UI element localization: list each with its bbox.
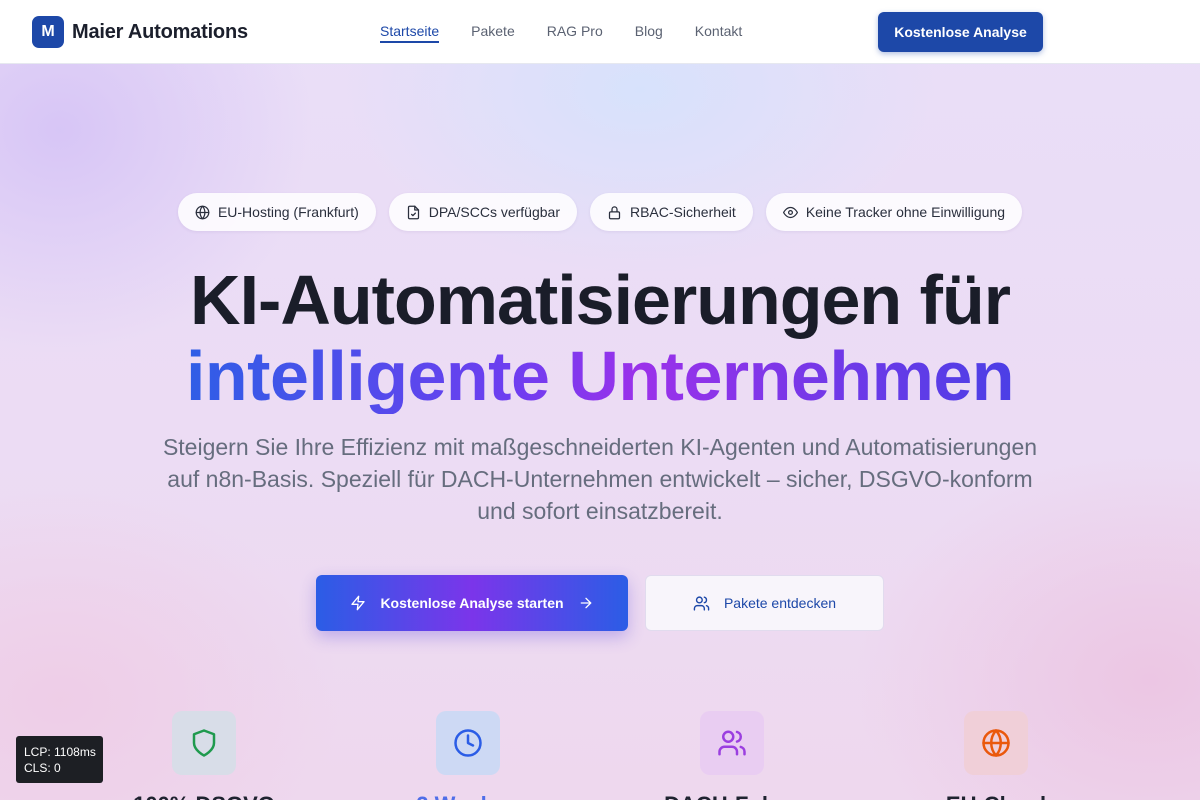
nav-item-rag-pro[interactable]: RAG Pro (547, 23, 603, 43)
feature-label-gdpr: 100% DSGVO (74, 792, 334, 800)
badge-label: Keine Tracker ohne Einwilligung (805, 204, 1006, 220)
brand-name: Maier Automations (72, 20, 248, 43)
globe-icon (982, 729, 1010, 757)
start-analysis-button[interactable]: Kostenlose Analyse starten (316, 575, 628, 631)
hero-subtitle: Steigern Sie Ihre Effizienz mit maßgesch… (162, 434, 1038, 524)
users-icon (693, 595, 710, 611)
eye-icon (782, 206, 798, 218)
feature-icon-box-cloud (964, 711, 1028, 775)
badge-label: DPA/SCCs verfügbar (428, 204, 560, 220)
globe-icon (195, 205, 210, 219)
feature-icon-box-gdpr (172, 711, 236, 775)
badge-label: RBAC-Sicherheit (629, 204, 736, 220)
trust-badges: EU-Hosting (Frankfurt) DPA/SCCs verfügba… (0, 193, 1200, 231)
lock-icon (608, 205, 621, 219)
badge-eu-hosting: EU-Hosting (Frankfurt) (177, 193, 376, 231)
feature-icon-box-weeks (436, 711, 500, 775)
nav-item-startseite[interactable]: Startseite (380, 23, 440, 43)
site-header: M Maier Automations Startseite Pakete RA… (0, 0, 1200, 64)
lightning-icon (351, 595, 366, 611)
nav-item-pakete[interactable]: Pakete (471, 23, 515, 43)
logo[interactable]: M Maier Automations (32, 16, 248, 48)
headline-line-1: KI-Automatisierungen für (190, 261, 1011, 339)
cls-metric: CLS: 0 (24, 761, 61, 775)
feature-label-cloud: EU-Cloud (866, 792, 1126, 800)
feature-label-weeks: 2 Wochen (338, 792, 598, 800)
discover-packages-label: Pakete entdecken (723, 595, 837, 611)
lcp-metric: LCP: 1108ms (24, 745, 96, 759)
arrow-right-icon (580, 597, 591, 609)
users-icon (718, 730, 746, 756)
main-nav: Startseite Pakete RAG Pro Blog Kontakt (380, 23, 742, 43)
nav-item-kontakt[interactable]: Kontakt (695, 23, 742, 43)
headline-line-2: intelligente Unternehmen (185, 337, 1015, 415)
clock-icon (454, 729, 482, 757)
shield-icon (192, 729, 216, 757)
feature-label-dach: DACH-Fokus (602, 792, 862, 800)
start-analysis-label: Kostenlose Analyse starten (380, 595, 564, 611)
feature-icon-box-dach (700, 711, 764, 775)
document-icon (407, 205, 419, 219)
header-analysis-button[interactable]: Kostenlose Analyse (878, 12, 1043, 52)
performance-overlay: LCP: 1108ms CLS: 0 (16, 736, 103, 783)
hero-headline: KI-Automatisierungen für intelligente Un… (0, 262, 1200, 414)
badge-dpa: DPA/SCCs verfügbar (388, 193, 577, 231)
logo-mark: M (32, 16, 64, 48)
discover-packages-button[interactable]: Pakete entdecken (645, 575, 884, 631)
badge-rbac: RBAC-Sicherheit (589, 193, 753, 231)
badge-no-trackers: Keine Tracker ohne Einwilligung (765, 193, 1023, 231)
badge-label: EU-Hosting (Frankfurt) (217, 204, 359, 220)
nav-item-blog[interactable]: Blog (635, 23, 663, 43)
